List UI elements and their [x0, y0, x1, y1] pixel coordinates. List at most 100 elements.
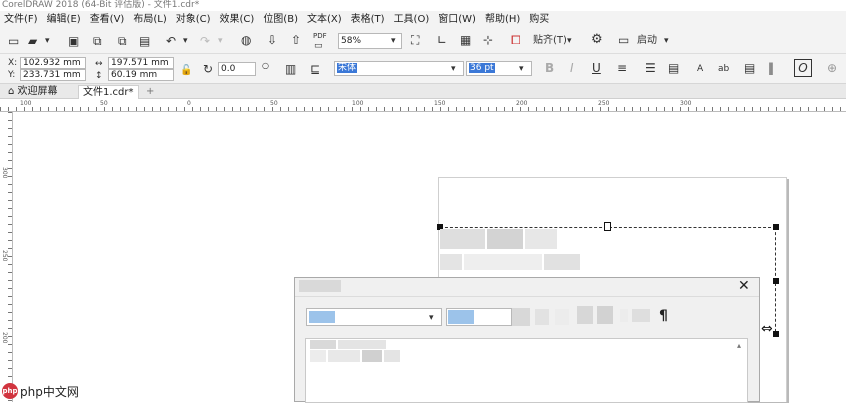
bullet-list-icon[interactable]: ☰	[645, 61, 656, 75]
menu-item[interactable]: 购买	[525, 11, 554, 28]
vertical-text-icon[interactable]: ‖	[768, 61, 774, 75]
menu-item[interactable]: 窗口(W)	[434, 11, 481, 28]
h-ruler-label: 200	[516, 100, 528, 107]
full-screen-icon[interactable]: ⛶	[411, 33, 419, 47]
x-position-label: X:	[8, 58, 18, 68]
menu-item[interactable]: 查看(V)	[86, 11, 130, 28]
close-icon[interactable]: ✕	[738, 279, 750, 293]
rotation-field[interactable]: 0.0	[218, 62, 256, 76]
resize-cursor-icon: ⇔	[761, 321, 773, 337]
font-size-dropdown-icon[interactable]: ▾	[519, 62, 524, 76]
paste-icon[interactable]: ▤	[139, 34, 150, 48]
text-frame-top-handle[interactable]	[604, 222, 611, 231]
import-icon[interactable]: ⧉	[93, 34, 102, 48]
new-tab-icon[interactable]: +	[142, 85, 158, 99]
dialog-button-blurred[interactable]	[597, 306, 613, 324]
dialog-button-blurred[interactable]	[632, 309, 650, 322]
blurred-text	[525, 229, 557, 249]
show-grid-icon[interactable]: ▦	[460, 33, 471, 47]
height-icon: ↕	[95, 71, 103, 81]
italic-button[interactable]: I	[570, 61, 574, 75]
v-ruler-label: 200	[1, 332, 8, 344]
bold-button[interactable]: B	[545, 61, 554, 75]
dialog-button-blurred[interactable]	[535, 309, 549, 325]
character-format-icon[interactable]: A	[697, 62, 703, 76]
menu-item[interactable]: 布局(L)	[129, 11, 171, 28]
menu-item[interactable]: 工具(O)	[390, 11, 435, 28]
menu-item[interactable]: 文本(X)	[303, 11, 347, 28]
mirror-icon[interactable]: ▥	[285, 62, 296, 76]
blurred-text	[464, 254, 542, 270]
window-title: CorelDRAW 2018 (64-Bit 评估版) - 文件1.cdr*	[0, 0, 846, 11]
vertical-ruler[interactable]: 300 250 200	[0, 112, 13, 402]
new-document-icon[interactable]: ▭	[8, 34, 19, 48]
text-wrap-icon[interactable]: ⊑	[310, 62, 320, 76]
h-ruler-label: 100	[352, 100, 364, 107]
dialog-font-dropdown-icon[interactable]: ▾	[429, 311, 434, 325]
dialog-button-blurred[interactable]	[555, 309, 569, 325]
h-ruler-label: 0	[187, 100, 191, 107]
menu-item[interactable]: 文件(F)	[0, 11, 43, 28]
undo-icon[interactable]: ↶	[166, 34, 176, 48]
corel-connect-icon[interactable]: ◍	[241, 33, 251, 47]
launch-label[interactable]: 启动	[637, 36, 657, 46]
x-position-field[interactable]: 102.932 mm	[20, 57, 86, 69]
scroll-up-icon[interactable]: ▴	[737, 341, 741, 350]
interactive-oo-icon[interactable]: O	[794, 59, 812, 77]
snap-to-label[interactable]: 贴齐(T)	[533, 36, 567, 46]
underline-button[interactable]: U	[592, 61, 601, 75]
options-gear-icon[interactable]: ⚙	[591, 33, 603, 47]
text-edit-icon[interactable]: ab	[718, 62, 729, 76]
width-field[interactable]: 197.571 mm	[108, 57, 174, 69]
show-rulers-icon[interactable]: ∟	[437, 33, 447, 47]
selection-handle[interactable]	[773, 331, 779, 337]
snap-dropdown-icon[interactable]: ▾	[567, 34, 572, 48]
save-icon[interactable]: ▣	[68, 34, 79, 48]
dropdown-arrow-icon[interactable]: ▾	[45, 34, 50, 48]
tab-document[interactable]: 文件1.cdr*	[78, 85, 139, 99]
zoom-dropdown-icon[interactable]: ▾	[391, 34, 396, 48]
paragraph-icon[interactable]: ¶	[659, 308, 668, 324]
dialog-text-area[interactable]: ▴	[305, 338, 748, 403]
menu-item[interactable]: 对象(C)	[172, 11, 216, 28]
copy-icon[interactable]: ⧉	[118, 34, 127, 48]
redo-icon[interactable]: ↷	[200, 34, 210, 48]
y-position-field[interactable]: 233.731 mm	[20, 69, 86, 81]
degree-icon: ○	[262, 61, 269, 70]
import-arrow-icon[interactable]: ⇩	[267, 33, 277, 47]
edit-text-dialog: ✕ ▾ ¶ ▴	[294, 277, 760, 403]
add-icon[interactable]: ⊕	[827, 61, 837, 75]
launch-app-icon[interactable]: ▭	[618, 33, 629, 47]
dialog-button-blurred[interactable]	[620, 309, 628, 322]
redo-dropdown-icon[interactable]: ▾	[218, 34, 223, 48]
height-field[interactable]: 60.19 mm	[108, 69, 174, 81]
menu-item[interactable]: 编辑(E)	[43, 11, 86, 28]
dialog-size-select[interactable]	[446, 308, 512, 326]
y-position-label: Y:	[8, 70, 16, 80]
publish-pdf-icon[interactable]: ▭	[314, 39, 323, 53]
undo-dropdown-icon[interactable]: ▾	[183, 34, 188, 48]
tab-welcome[interactable]: ⌂ 欢迎屏幕	[4, 85, 62, 99]
snap-icon[interactable]: ⧠	[511, 33, 521, 47]
menu-item[interactable]: 表格(T)	[347, 11, 390, 28]
blurred-text	[310, 340, 336, 349]
menu-item[interactable]: 帮助(H)	[481, 11, 525, 28]
horizontal-ruler[interactable]: 100 50 0 50 100 150 200 250 300	[0, 99, 846, 112]
font-family-select[interactable]: 宋体	[334, 61, 464, 76]
dialog-button-blurred[interactable]	[512, 308, 530, 326]
launch-dropdown-icon[interactable]: ▾	[664, 34, 669, 48]
font-dropdown-icon[interactable]: ▾	[451, 62, 456, 76]
dialog-font-select[interactable]	[306, 308, 442, 326]
menu-item[interactable]: 位图(B)	[259, 11, 303, 28]
menu-item[interactable]: 效果(C)	[216, 11, 260, 28]
drop-cap-icon[interactable]: ▤	[668, 61, 679, 75]
text-frame-icon[interactable]: ▤	[744, 61, 755, 75]
open-folder-icon[interactable]: ▰	[28, 34, 37, 48]
selection-handle[interactable]	[773, 278, 779, 284]
export-arrow-icon[interactable]: ⇧	[291, 33, 301, 47]
selection-handle[interactable]	[773, 224, 779, 230]
align-icon[interactable]: ≡	[617, 61, 627, 75]
dialog-button-blurred[interactable]	[577, 306, 593, 324]
lock-ratio-icon[interactable]: 🔓	[180, 64, 192, 78]
show-guidelines-icon[interactable]: ⊹	[483, 33, 493, 47]
